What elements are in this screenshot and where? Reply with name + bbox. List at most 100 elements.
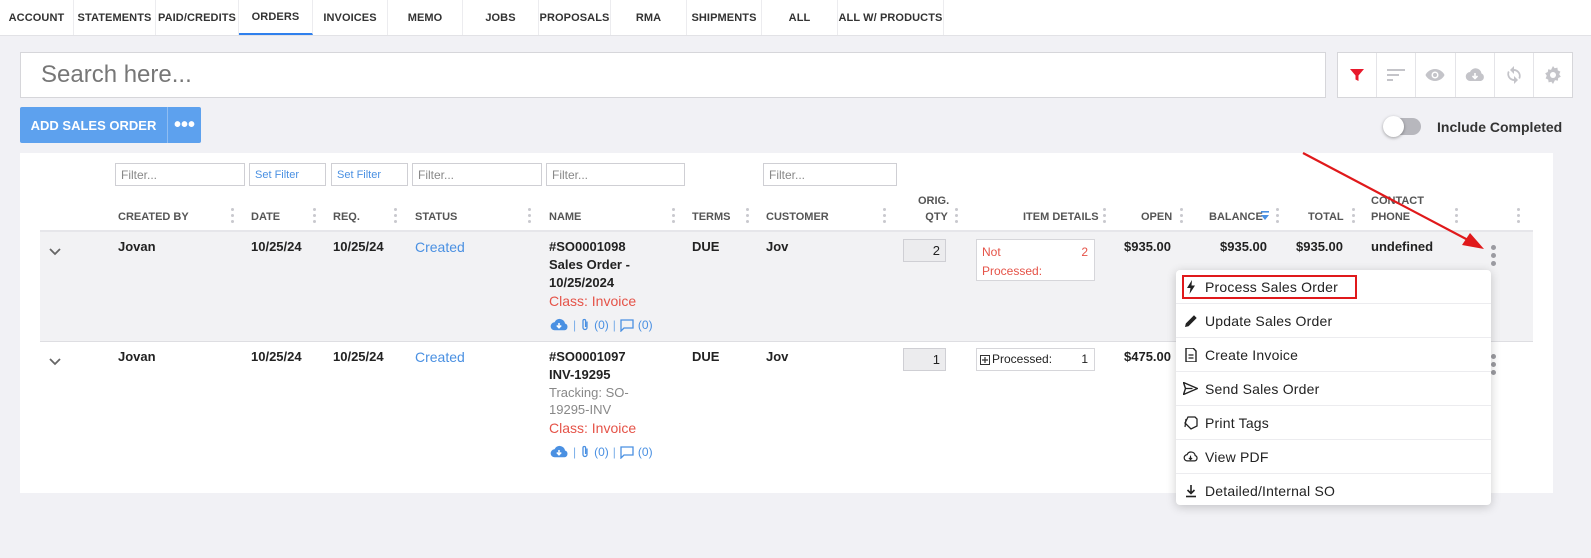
expand-plus-icon[interactable] — [980, 355, 990, 365]
menu-item-send-sales-order[interactable]: Send Sales Order — [1176, 372, 1491, 406]
comment-icon[interactable] — [620, 445, 634, 459]
tab-paid-credits[interactable]: PAID/CREDITS — [156, 0, 239, 35]
expand-row-chevron-icon[interactable] — [49, 358, 61, 366]
tab-jobs[interactable]: JOBS — [463, 0, 539, 35]
menu-item-create-invoice[interactable]: Create Invoice — [1176, 338, 1491, 372]
include-completed-toggle[interactable] — [1383, 116, 1421, 137]
row-actions-kebab-icon[interactable] — [1491, 354, 1497, 378]
tab-account[interactable]: ACCOUNT — [0, 0, 74, 35]
tab-invoices[interactable]: INVOICES — [313, 0, 388, 35]
item-details-box[interactable]: Not Processed: 2 — [976, 239, 1095, 281]
column-resize-handle[interactable] — [394, 208, 397, 226]
pencil-icon — [1183, 313, 1198, 328]
filter-button[interactable] — [1338, 53, 1378, 97]
paperclip-icon[interactable] — [580, 318, 590, 332]
download-icon — [1183, 484, 1198, 499]
settings-button[interactable] — [1534, 53, 1572, 97]
sort-icon — [1387, 69, 1406, 81]
column-header-created-by[interactable]: CREATED BY — [118, 209, 189, 225]
paperclip-icon[interactable] — [580, 445, 590, 459]
refresh-icon — [1507, 66, 1521, 84]
tab-all[interactable]: ALL — [762, 0, 838, 35]
attachment-count[interactable]: (0) — [594, 318, 609, 332]
customer-filter[interactable] — [763, 163, 897, 186]
column-header-contact-phone[interactable]: CONTACT PHONE — [1371, 193, 1424, 225]
tracking-line: Tracking: SO- — [549, 385, 629, 400]
column-header-balance[interactable]: BALANCE — [1209, 209, 1263, 225]
tab-memo[interactable]: MEMO — [388, 0, 463, 35]
column-resize-handle[interactable] — [955, 208, 958, 226]
menu-item-detailed-internal-so[interactable]: Detailed/Internal SO — [1176, 474, 1491, 508]
gear-icon — [1545, 66, 1561, 84]
column-header-item-details[interactable]: ITEM DETAILS — [1023, 209, 1099, 225]
column-resize-handle[interactable] — [1103, 208, 1106, 226]
column-header-terms[interactable]: TERMS — [692, 209, 731, 225]
menu-item-label: Send Sales Order — [1205, 380, 1320, 397]
column-header-customer[interactable]: CUSTOMER — [766, 209, 829, 225]
column-header-orig-qty[interactable]: ORIG. QTY — [918, 193, 949, 225]
menu-item-view-pdf[interactable]: View PDF — [1176, 440, 1491, 474]
column-resize-handle[interactable] — [1455, 208, 1458, 226]
column-resize-handle[interactable] — [231, 208, 234, 226]
tab-orders[interactable]: ORDERS — [239, 0, 313, 35]
column-header-date[interactable]: DATE — [251, 209, 280, 225]
column-header-status[interactable]: STATUS — [415, 209, 457, 225]
column-header-req[interactable]: REQ. — [333, 209, 360, 225]
document-icon — [1183, 347, 1198, 362]
order-number-cell[interactable]: #SO0001098 — [549, 238, 626, 256]
comment-count[interactable]: (0) — [638, 318, 653, 332]
column-header-total[interactable]: TOTAL — [1308, 209, 1344, 225]
menu-item-process-sales-order[interactable]: Process Sales Order — [1176, 270, 1491, 304]
item-status-line2: Processed: — [982, 264, 1043, 278]
tab-rma[interactable]: RMA — [611, 0, 687, 35]
column-resize-handle[interactable] — [883, 208, 886, 226]
comment-icon[interactable] — [620, 318, 634, 332]
status-filter[interactable] — [412, 163, 542, 186]
menu-item-print-tags[interactable]: Print Tags — [1176, 406, 1491, 440]
cloud-download-icon — [1465, 68, 1484, 82]
req-set-filter[interactable]: Set Filter — [331, 163, 408, 186]
open-amount-cell: $935.00 — [1124, 239, 1171, 254]
name-filter[interactable] — [546, 163, 685, 186]
search-input[interactable] — [41, 61, 1325, 89]
export-button[interactable] — [1456, 53, 1495, 97]
column-resize-handle[interactable] — [528, 208, 531, 226]
add-sales-order-button[interactable]: ADD SALES ORDER — [20, 107, 167, 143]
column-resize-handle[interactable] — [1276, 208, 1279, 226]
refresh-button[interactable] — [1495, 53, 1534, 97]
status-link[interactable]: Created — [415, 348, 465, 366]
column-resize-handle[interactable] — [1180, 208, 1183, 226]
terms-cell: DUE — [692, 349, 720, 364]
menu-item-update-sales-order[interactable]: Update Sales Order — [1176, 304, 1491, 338]
balance-cell: $935.00 — [1220, 239, 1267, 254]
attachment-count[interactable]: (0) — [594, 445, 609, 459]
order-number-cell[interactable]: #SO0001097 — [549, 348, 626, 366]
status-link[interactable]: Created — [415, 238, 465, 256]
order-class-label: Class: Invoice — [549, 420, 637, 436]
cloud-download-icon[interactable] — [549, 318, 569, 332]
more-actions-button[interactable]: ••• — [167, 107, 201, 143]
column-resize-handle[interactable] — [746, 208, 749, 226]
created-by-filter[interactable] — [115, 163, 245, 186]
expand-row-chevron-icon[interactable] — [49, 248, 61, 256]
column-resize-handle[interactable] — [1352, 208, 1355, 226]
column-resize-handle[interactable] — [313, 208, 316, 226]
column-header-contact-phone-line1: CONTACT — [1371, 195, 1424, 207]
tab-shipments[interactable]: SHIPMENTS — [687, 0, 762, 35]
tab-statements[interactable]: STATEMENTS — [74, 0, 156, 35]
comment-count[interactable]: (0) — [638, 445, 653, 459]
row-actions-kebab-icon[interactable] — [1491, 245, 1497, 269]
column-header-open[interactable]: OPEN — [1141, 209, 1172, 225]
tab-proposals[interactable]: PROPOSALS — [539, 0, 611, 35]
column-resize-handle[interactable] — [672, 208, 675, 226]
column-header-name[interactable]: NAME — [549, 209, 581, 225]
column-resize-handle[interactable] — [1517, 208, 1520, 226]
date-set-filter[interactable]: Set Filter — [249, 163, 326, 186]
sort-button[interactable] — [1377, 53, 1417, 97]
item-details-box[interactable]: Processed: 1 — [976, 348, 1095, 371]
filter-icon — [1350, 69, 1365, 81]
cloud-download-icon[interactable] — [549, 445, 569, 459]
tab-all-with-products[interactable]: ALL W/ PRODUCTS — [838, 0, 944, 35]
view-button[interactable] — [1416, 53, 1456, 97]
send-icon — [1183, 381, 1198, 396]
